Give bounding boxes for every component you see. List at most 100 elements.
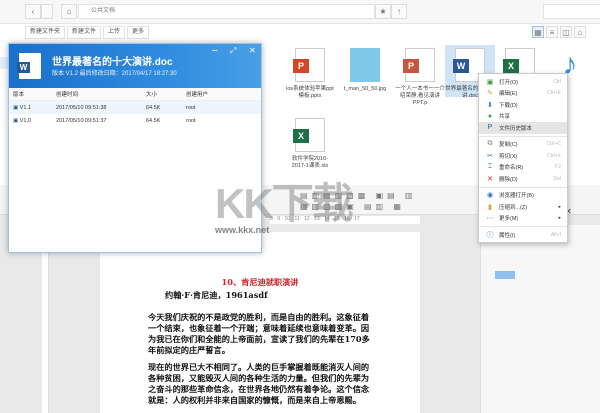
menu-label: 打开(O) xyxy=(499,79,518,86)
copy-icon: ⧉ xyxy=(487,140,493,148)
col-version[interactable]: 版本 xyxy=(9,90,56,98)
menu-item-cut[interactable]: ✂ 剪切(X) Ctrl+X xyxy=(479,150,567,162)
menu-shortcut: F2 xyxy=(555,164,561,171)
menu-item-delete[interactable]: ✕ 删除(D) Del xyxy=(479,173,567,185)
home-icon[interactable]: ⌂ xyxy=(61,4,77,19)
ppt-file-icon: P xyxy=(403,48,435,82)
cell: 2017/05/10 09:51:37 xyxy=(56,117,107,124)
new-file-button[interactable]: 新建文件 xyxy=(67,26,102,39)
browser-icon: ◉ xyxy=(486,192,494,200)
menu-shortcut: Ctrl xyxy=(553,78,561,85)
ruler[interactable]: 8 · 9 · 10 · 11 · 12 · 13 · 14 · 15 · 16… xyxy=(270,216,420,224)
rename-icon: ⌶ xyxy=(487,163,493,171)
menu-label: 更多(M) xyxy=(499,216,519,223)
dialog-title: 世界最著名的十大演讲.doc xyxy=(52,57,173,68)
edit-icon: ✎ xyxy=(487,90,493,98)
split-view-icon[interactable]: ◫ xyxy=(560,26,572,38)
download-icon: ⬇ xyxy=(487,101,493,109)
ribbon-tools[interactable]: ▤▥▦▧▨▩ ▣▤ ▥ xyxy=(300,191,416,200)
menu-label: 复制(C) xyxy=(499,142,518,149)
word-icon: ▣ xyxy=(13,104,20,111)
grid-view-icon[interactable]: ▦ xyxy=(532,26,544,38)
menu-item-compress[interactable]: ▮ 压缩到...(Z) ▸ xyxy=(479,201,567,213)
col-size[interactable]: 大小 xyxy=(146,90,186,98)
image-file-icon xyxy=(350,48,380,82)
doc-paragraph: 现在的世界已大不相同了。人类的巨手掌握着既能消灭人间的各种贫困，又能毁灭人间的各… xyxy=(148,362,370,405)
cut-icon: ✂ xyxy=(487,152,493,160)
new-folder-button[interactable]: 新建文件夹 xyxy=(25,26,66,39)
table-row[interactable]: ▣ V1.0 2017/05/10 09:51:37 64.5K root xyxy=(9,114,261,127)
menu-label: 重命名(R) xyxy=(499,165,524,172)
minimize-icon[interactable]: – xyxy=(212,45,218,56)
table-row[interactable]: ▣ V1.1 2017/05/10 09:51:38 64.5K root xyxy=(9,101,261,114)
file-item[interactable]: Pios系统体验苹果ppt模板.pptx xyxy=(285,48,335,100)
menu-item-open[interactable]: ▣ 打开(O) Ctrl xyxy=(479,76,567,88)
back-button[interactable]: ‹ xyxy=(25,4,41,19)
menu-item-history[interactable]: P 文件历史版本 xyxy=(479,122,567,134)
info-icon: ⓘ xyxy=(486,231,494,239)
view-switcher: ▦ ≡ ◫ ⌂ xyxy=(532,26,586,38)
menu-item-copy[interactable]: ⧉ 复制(C) Ctrl+C xyxy=(479,139,567,151)
upload-button[interactable]: 上传 xyxy=(103,26,126,39)
cell: 2017/05/10 09:51:38 xyxy=(56,104,107,111)
menu-label: 文件历史版本 xyxy=(499,125,533,132)
zip-icon: ▮ xyxy=(488,203,492,211)
nav-bar: ‹ ⌂ 公共文档 ★ ↑ xyxy=(0,0,600,24)
col-created[interactable]: 创建时间 xyxy=(56,90,146,98)
share-icon: ● xyxy=(487,112,493,120)
menu-item-download[interactable]: ⬇ 下载(D) xyxy=(479,99,567,111)
menu-item-edit[interactable]: ✎ 编辑(E) Ctrl+E xyxy=(479,88,567,100)
table-header: 版本 创建时间 大小 创建用户 xyxy=(9,88,261,101)
col-user[interactable]: 创建用户 xyxy=(186,90,246,98)
file-item[interactable]: t_man_50_50.jpg xyxy=(340,48,390,93)
side-panel xyxy=(480,225,600,413)
side-panel-selected[interactable] xyxy=(495,271,515,279)
version-history-dialog: W 世界最著名的十大演讲.doc 版本 V1.2 最后修改日期：2017/04/… xyxy=(8,43,262,253)
menu-item-more[interactable]: ⋯ 更多(M) ▸ xyxy=(479,213,567,225)
dialog-subtitle: 版本 V1.2 最后修改日期：2017/04/17 18:27:30 xyxy=(52,71,177,77)
cell: 64.5K xyxy=(146,117,161,124)
menu-item-rename[interactable]: ⌶ 重命名(R) F2 xyxy=(479,162,567,174)
dialog-header: W 世界最著名的十大演讲.doc 版本 V1.2 最后修改日期：2017/04/… xyxy=(9,44,261,88)
doc-paragraph: 今天我们庆祝的不是政党的胜利，而是自由的胜利。这象征着一个结束，也象征着一个开端… xyxy=(148,312,370,355)
excel-file-icon: X xyxy=(293,118,325,152)
open-icon: ▣ xyxy=(486,78,494,86)
doc-heading: 10、肯尼迪就职演讲 xyxy=(221,277,299,287)
star-icon[interactable]: ★ xyxy=(375,4,391,19)
more-icon: ⋯ xyxy=(486,215,494,223)
file-item[interactable]: X 软件学院2016-2017-1课表.xls xyxy=(285,118,335,170)
search-input[interactable] xyxy=(543,4,600,19)
menu-label: 编辑(E) xyxy=(499,91,518,98)
file-item[interactable]: P 一个人一本书一一介绍荣静,看见演讲PPT.p xyxy=(395,48,445,107)
close-icon[interactable]: ✕ xyxy=(249,46,256,55)
forward-button[interactable] xyxy=(41,4,53,19)
maximize-icon[interactable]: ⤢ xyxy=(230,46,236,56)
cell: root xyxy=(186,104,196,111)
list-view-icon[interactable]: ≡ xyxy=(546,26,558,38)
menu-label: 下载(D) xyxy=(499,102,518,109)
ribbon-tools-row2[interactable]: ▦▧▨▩▣ ▤▥ ▦ xyxy=(300,202,405,211)
menu-item-share[interactable]: ● 共享 xyxy=(479,111,567,123)
menu-label: 共享 xyxy=(499,114,511,121)
sidebar-selected-item[interactable] xyxy=(0,57,8,69)
menu-shortcut: Ctrl+E xyxy=(546,90,561,97)
menu-label: 删除(D) xyxy=(499,176,518,183)
menu-item-browser-open[interactable]: ◉ 浏览器打开(B) xyxy=(479,190,567,202)
cell: root xyxy=(186,117,196,124)
menu-shortcut: Ctrl+X xyxy=(546,152,561,159)
home-view-icon[interactable]: ⌂ xyxy=(574,26,586,38)
menu-item-properties[interactable]: ⓘ 属性(I) Alt+I xyxy=(479,229,567,241)
cell: V1.1 xyxy=(19,104,32,111)
word-icon: ▣ xyxy=(13,117,20,124)
up-icon[interactable]: ↑ xyxy=(391,4,407,19)
breadcrumb[interactable]: 公共文档 xyxy=(78,4,375,19)
menu-shortcut: Alt+I xyxy=(550,231,561,238)
menu-shortcut: ▸ xyxy=(558,215,561,222)
more-button[interactable]: 更多 xyxy=(127,26,150,39)
divider xyxy=(479,135,567,137)
doc-author: 约翰·F·肯尼迪，1961asdf xyxy=(165,290,268,300)
history-icon: P xyxy=(487,124,493,132)
context-menu: ▣ 打开(O) Ctrl ✎ 编辑(E) Ctrl+E ⬇ 下载(D) ● 共享 P 文件历史… xyxy=(478,73,568,243)
menu-shortcut: Ctrl+C xyxy=(546,141,561,148)
menu-label: 浏览器打开(B) xyxy=(499,193,534,200)
